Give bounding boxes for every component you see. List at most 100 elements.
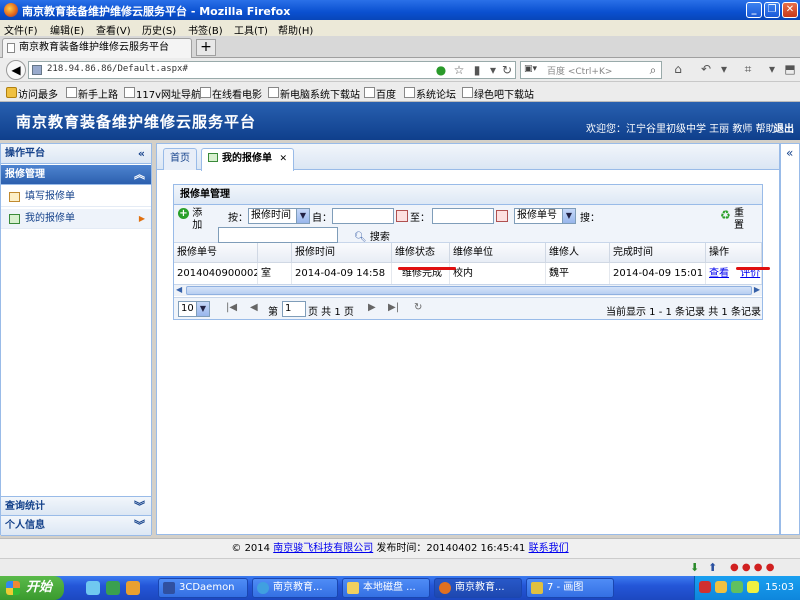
horizontal-scrollbar[interactable]: ◀ ▶ — [174, 284, 762, 296]
search-icon[interactable]: ⌕ — [645, 62, 661, 78]
search-bar[interactable]: ▣▾ 百度 <Ctrl+K> ⌕ — [520, 61, 662, 79]
tray-security-icon[interactable] — [747, 581, 759, 593]
go-icon[interactable]: ● — [433, 62, 449, 78]
last-page-icon[interactable]: ▶| — [388, 302, 399, 313]
quicklaunch-desktop-icon[interactable] — [86, 581, 100, 595]
undo-dropdown-icon[interactable]: ▾ — [716, 61, 732, 77]
calendar-icon[interactable] — [396, 210, 408, 222]
taskbar-item-local-disk[interactable]: 本地磁盘 ... — [342, 578, 430, 598]
chevron-up-icon[interactable]: ︽ — [134, 165, 145, 185]
scroll-right-icon[interactable]: ▶ — [754, 285, 760, 294]
tab-my-orders[interactable]: 我的报修单 ✕ — [201, 148, 295, 171]
qq-icons[interactable]: ● ● ● ● — [730, 562, 774, 573]
search-keyword-input[interactable] — [218, 227, 338, 243]
reset-button[interactable]: ♻ 重置 — [720, 208, 746, 232]
bookmark-star-icon[interactable]: ☆ — [451, 62, 467, 78]
sidebar-platform-header[interactable]: 操作平台 « — [1, 144, 151, 164]
bookmark-green-download[interactable]: 绿色吧下载站 — [462, 86, 534, 101]
welcome-text[interactable]: 欢迎您：江宁谷里初级中学 王丽 教师 帮助 — [586, 120, 776, 135]
addon-bar-icon[interactable]: ⬆ — [708, 561, 717, 574]
from-date-input[interactable] — [332, 208, 394, 224]
bookmark-movies[interactable]: 在线看电影 — [200, 86, 262, 101]
bookmark-forum[interactable]: 系统论坛 — [404, 86, 456, 101]
tab-home[interactable]: 首页 — [163, 148, 197, 170]
crop-icon[interactable]: ⌗ — [740, 61, 756, 77]
bookmark-system-download[interactable]: 新电脑系统下载站 — [268, 86, 360, 101]
chevron-down-icon[interactable]: ︾ — [134, 516, 145, 536]
reload-icon[interactable]: ↻ — [499, 62, 515, 78]
quicklaunch-media-icon[interactable] — [106, 581, 120, 595]
bookmark-117v[interactable]: 117v网址导航 — [124, 86, 201, 101]
close-button[interactable]: ✕ — [782, 2, 798, 18]
tools-dropdown-icon[interactable]: ▾ — [764, 61, 780, 77]
calendar-icon[interactable] — [496, 210, 508, 222]
menu-tools[interactable]: 工具(T) — [234, 22, 268, 37]
to-date-input[interactable] — [432, 208, 494, 224]
tab-close-icon[interactable]: ✕ — [279, 154, 287, 164]
col-header-room[interactable] — [258, 243, 292, 263]
refresh-icon[interactable]: ↻ — [414, 302, 422, 313]
cell-person: 魏平 — [546, 263, 610, 284]
col-header-order-no[interactable]: 报修单号 — [174, 243, 258, 263]
sidebar-section-stats[interactable]: 查询统计 ︾ — [1, 496, 151, 516]
sidebar-item-fill-order[interactable]: 填写报修单 — [1, 187, 151, 207]
prev-page-icon[interactable]: ◀ — [250, 302, 258, 313]
view-link[interactable]: 查看 — [709, 268, 729, 279]
first-page-icon[interactable]: |◀ — [226, 302, 237, 313]
menu-file[interactable]: 文件(F) — [4, 22, 38, 37]
next-page-icon[interactable]: ▶ — [368, 302, 376, 313]
tray-network-icon[interactable] — [731, 581, 743, 593]
tray-qq-icon[interactable] — [715, 581, 727, 593]
feed-icon[interactable]: ▮ — [469, 62, 485, 78]
page-number-input[interactable]: 1 — [282, 301, 306, 317]
collapse-left-icon[interactable]: « — [138, 144, 145, 164]
bookmark-most-visited[interactable]: 访问最多 — [6, 86, 58, 101]
add-button[interactable]: + 添加 — [178, 208, 204, 232]
collapse-right-icon[interactable]: « — [786, 146, 793, 160]
taskbar-item-nanjing-2[interactable]: 南京教育... — [434, 578, 522, 598]
col-header-finish-time[interactable]: 完成时间 — [610, 243, 706, 263]
menu-edit[interactable]: 编辑(E) — [50, 22, 84, 37]
home-icon[interactable]: ⌂ — [670, 61, 686, 77]
quicklaunch-app-icon[interactable] — [126, 581, 140, 595]
menu-history[interactable]: 历史(S) — [142, 22, 176, 37]
bookmark-getting-started[interactable]: 新手上路 — [66, 86, 118, 101]
taskbar-item-nanjing-1[interactable]: 南京教育... — [252, 578, 338, 598]
new-tab-button[interactable]: + — [196, 39, 216, 56]
undo-icon[interactable]: ↶ — [698, 61, 714, 77]
sort-select[interactable]: 报修时间 ▼ — [248, 208, 310, 224]
addon-icon[interactable]: ⬒ — [782, 61, 798, 77]
taskbar-item-paint[interactable]: 7 - 画图 — [526, 578, 614, 598]
logout-link[interactable]: 退出 — [774, 120, 794, 135]
scroll-left-icon[interactable]: ◀ — [176, 285, 182, 294]
back-button[interactable]: ◀ — [6, 60, 26, 80]
download-icon[interactable]: ⬇ — [690, 561, 699, 574]
col-header-status[interactable]: 维修状态 — [392, 243, 450, 263]
field-select[interactable]: 报修单号 ▼ — [514, 208, 576, 224]
search-engine-icon[interactable]: ▣▾ — [524, 64, 537, 74]
tray-antivirus-icon[interactable] — [699, 581, 711, 593]
menu-view[interactable]: 查看(V) — [96, 22, 131, 37]
menu-help[interactable]: 帮助(H) — [278, 22, 313, 37]
scroll-thumb[interactable] — [186, 286, 752, 295]
sidebar-section-personal[interactable]: 个人信息 ︾ — [1, 516, 151, 536]
start-button[interactable]: 开始 — [0, 576, 64, 600]
col-header-report-time[interactable]: 报修时间 — [292, 243, 392, 263]
taskbar-item-3cdaemon[interactable]: 3CDaemon — [158, 578, 248, 598]
sidebar-item-my-orders[interactable]: 我的报修单 ▶ — [1, 209, 151, 229]
browser-tab[interactable]: 南京教育装备维护维修云服务平台 — [2, 38, 192, 58]
col-header-unit[interactable]: 维修单位 — [450, 243, 546, 263]
page-size-select[interactable]: 10 ▼ — [178, 301, 210, 317]
right-collapsed-panel[interactable]: « — [780, 143, 800, 535]
url-bar[interactable]: 218.94.86.86/Default.aspx# ● ☆ ▮ ▾ ↻ — [28, 61, 516, 79]
company-link[interactable]: 南京骏飞科技有限公司 — [273, 543, 373, 554]
col-header-person[interactable]: 维修人 — [546, 243, 610, 263]
contact-link[interactable]: 联系我们 — [529, 543, 569, 554]
minimize-button[interactable]: _ — [746, 2, 762, 18]
sidebar-section-repair[interactable]: 报修管理 ︽ — [1, 165, 151, 185]
maximize-button[interactable]: ❐ — [764, 2, 780, 18]
chevron-down-icon[interactable]: ︾ — [134, 497, 145, 517]
menu-bookmarks[interactable]: 书签(B) — [188, 22, 223, 37]
bookmark-baidu[interactable]: 百度 — [364, 86, 396, 101]
search-button[interactable]: 🔍︎ 搜索 — [354, 228, 390, 243]
